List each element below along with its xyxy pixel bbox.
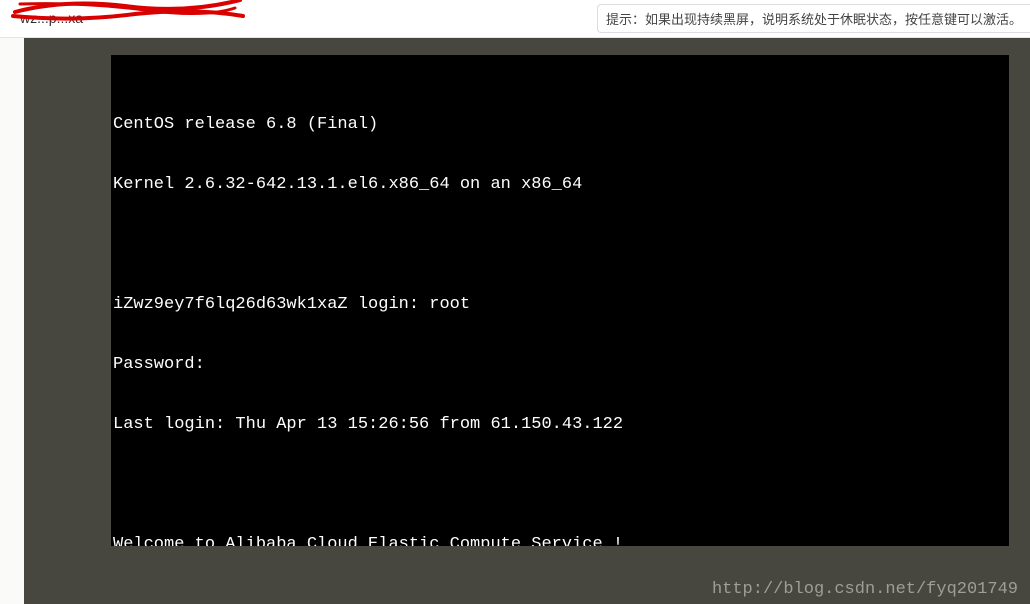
terminal-line <box>111 475 1009 495</box>
terminal-line: CentOS release 6.8 (Final) <box>111 115 1009 135</box>
tip-text: 提示：如果出现持续黑屏，说明系统处于休眠状态，按任意键可以激活。 <box>606 12 1022 27</box>
terminal-line: Kernel 2.6.32-642.13.1.el6.x86_64 on an … <box>111 175 1009 195</box>
terminal-line: iZwz9ey7f6lq26d63wk1xaZ login: root <box>111 295 1009 315</box>
terminal-line: Welcome to Alibaba Cloud Elastic Compute… <box>111 535 1009 546</box>
hostname-label-redacted: wz...p...xa <box>20 10 83 26</box>
terminal-line: Last login: Thu Apr 13 15:26:56 from 61.… <box>111 415 1009 435</box>
watermark-url: http://blog.csdn.net/fyq201749 <box>712 580 1018 599</box>
top-toolbar: wz...p...xa 提示：如果出现持续黑屏，说明系统处于休眠状态，按任意键可… <box>0 0 1030 38</box>
terminal-line: Password: <box>111 355 1009 375</box>
terminal-screen[interactable]: CentOS release 6.8 (Final) Kernel 2.6.32… <box>111 55 1009 546</box>
hibernate-tip-banner: 提示：如果出现持续黑屏，说明系统处于休眠状态，按任意键可以激活。 <box>597 4 1030 33</box>
terminal-line <box>111 235 1009 255</box>
